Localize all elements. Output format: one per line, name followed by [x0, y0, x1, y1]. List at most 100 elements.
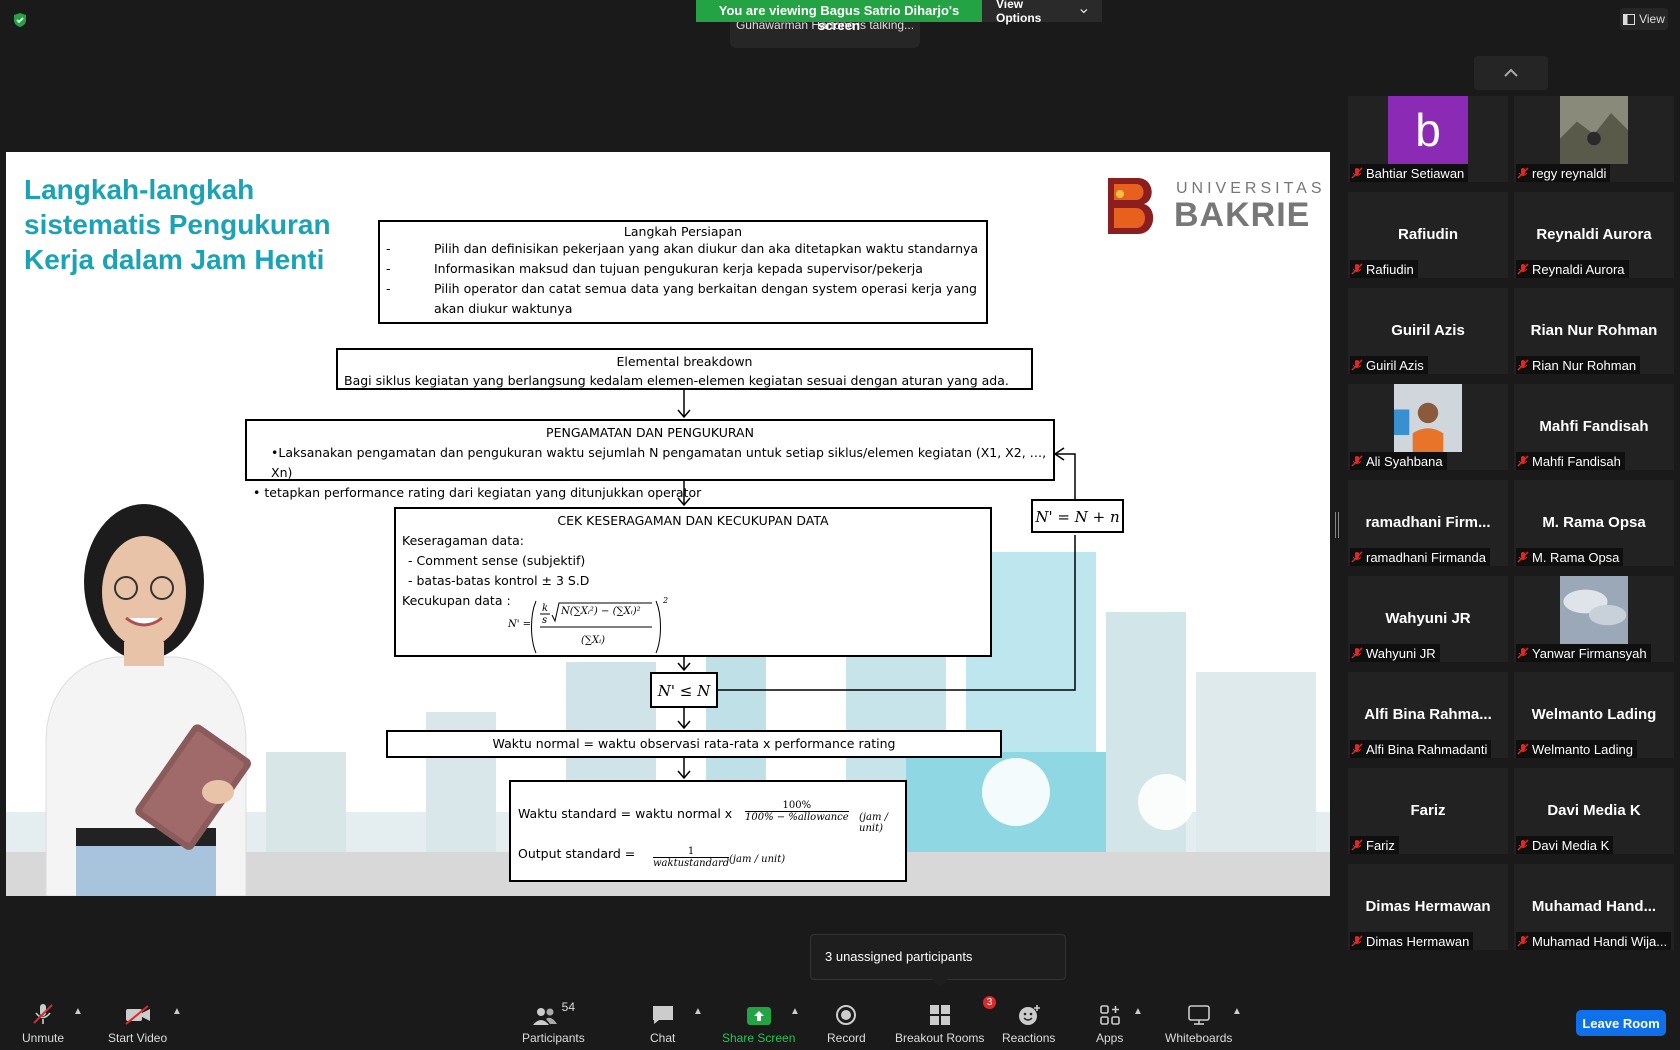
participant-tile[interactable]: Dimas Hermawan Dimas Hermawan	[1348, 864, 1508, 950]
box-waktu-normal: Waktu normal = waktu observasi rata-rata…	[386, 730, 1002, 758]
unmute-button[interactable]: Unmute	[22, 1000, 64, 1045]
box1-title: Langkah Persiapan	[623, 224, 743, 239]
participant-name-label: M. Rama Opsa	[1516, 548, 1624, 566]
participant-name-label: Wahyuni JR	[1350, 644, 1440, 662]
participant-photo	[1560, 576, 1628, 644]
participant-photo	[1560, 96, 1628, 164]
participant-tile[interactable]: ramadhani Firm... ramadhani Firmanda	[1348, 480, 1508, 566]
participant-tile[interactable]: Ali Syahbana	[1348, 384, 1508, 470]
panel-resize-handle[interactable]	[1335, 512, 1339, 538]
participant-tile[interactable]: Rian Nur Rohman Rian Nur Rohman	[1514, 288, 1674, 374]
box1-item: - Informasikan maksud dan tujuan pengukur…	[386, 261, 923, 276]
participant-tile[interactable]: Rafiudin Rafiudin	[1348, 192, 1508, 278]
video-off-icon	[124, 1005, 150, 1025]
whiteboards-options-caret[interactable]: ▲	[1232, 1006, 1242, 1017]
box1-item: - Pilih operator dan catat semua data yan…	[386, 281, 977, 316]
box3-title: PENGAMATAN DAN PENGUKURAN	[546, 425, 754, 440]
chat-label: Chat	[650, 1031, 676, 1045]
participant-tile[interactable]: M. Rama Opsa M. Rama Opsa	[1514, 480, 1674, 566]
breakout-rooms-icon	[929, 1005, 950, 1025]
whiteboards-button[interactable]: Whiteboards	[1165, 1000, 1232, 1045]
chat-button[interactable]: Chat	[650, 1000, 675, 1045]
breakout-badge: 3	[982, 996, 997, 1009]
unassigned-participants-popup[interactable]: 3 unassigned participants	[810, 934, 1066, 980]
svg-text:N' =: N' =	[507, 619, 531, 630]
participant-name-label: Dimas Hermawan	[1350, 932, 1474, 950]
breakout-rooms-button[interactable]: 3 Breakout Rooms	[895, 996, 997, 1045]
layout-icon	[1623, 13, 1636, 25]
participant-name-label: Rafiudin	[1350, 260, 1418, 278]
box-cek-keseragaman: CEK KESERAGAMAN DAN KECUKUPAN DATA Keser…	[394, 507, 992, 657]
box8-unit1: (jam / unit)	[859, 812, 888, 834]
popup-text: 3 unassigned participants	[825, 949, 973, 964]
muted-mic-icon	[1517, 359, 1529, 371]
meeting-toolbar: Unmute ▲ Start Video ▲ 54 Participants C…	[0, 990, 1680, 1050]
participant-name-label: Ali Syahbana	[1350, 452, 1447, 470]
leave-room-label: Leave Room	[1582, 1015, 1660, 1031]
muted-mic-icon	[1351, 455, 1363, 467]
view-label: View	[1639, 12, 1665, 26]
muted-mic-icon	[1517, 647, 1529, 659]
record-button[interactable]: Record	[827, 1000, 866, 1045]
whiteboard-icon	[1187, 1005, 1210, 1025]
participant-tile[interactable]: Guiril Azis Guiril Azis	[1348, 288, 1508, 374]
share-options-caret[interactable]: ▲	[790, 1006, 800, 1017]
share-screen-label: Share Screen	[722, 1031, 796, 1045]
participant-tile[interactable]: Welmanto Lading Welmanto Lading	[1514, 672, 1674, 758]
participant-tile[interactable]: regy reynaldi	[1514, 96, 1674, 182]
video-options-caret[interactable]: ▲	[172, 1006, 182, 1017]
unmute-label: Unmute	[22, 1031, 65, 1045]
participant-tile[interactable]: Alfi Bina Rahma... Alfi Bina Rahmadanti	[1348, 672, 1508, 758]
participant-tile[interactable]: Yanwar Firmansyah	[1514, 576, 1674, 662]
popup-pointer	[932, 979, 948, 987]
apps-options-caret[interactable]: ▲	[1133, 1006, 1143, 1017]
box1-item: - Pilih dan definisikan pekerjaan yang ak…	[386, 241, 979, 256]
share-screen-button[interactable]: Share Screen	[722, 1000, 795, 1045]
muted-mic-icon	[1517, 551, 1529, 563]
apps-button[interactable]: Apps	[1096, 1000, 1123, 1045]
apps-icon	[1099, 1005, 1120, 1025]
participants-button[interactable]: 54 Participants	[522, 1000, 585, 1045]
participant-name-label: Muhamad Handi Wija...	[1516, 932, 1672, 950]
box3-line2: • tetapkan performance rating dari kegia…	[253, 485, 702, 500]
participant-tile[interactable]: b Bahtiar Setiawan	[1348, 96, 1508, 182]
participant-name-label: Davi Media K	[1516, 836, 1614, 854]
participants-label: Participants	[522, 1031, 585, 1045]
participant-name-label: Rian Nur Rohman	[1516, 356, 1641, 374]
participant-photo	[1394, 384, 1462, 452]
gallery-scroll-up-button[interactable]	[1474, 56, 1548, 90]
view-options-button[interactable]: View Options	[982, 0, 1102, 25]
zoom-window: Guhawarman Hartono is talking... You are…	[0, 0, 1680, 1050]
participant-tile[interactable]: Mahfi Fandisah Mahfi Fandisah	[1514, 384, 1674, 470]
view-button[interactable]: View	[1620, 8, 1668, 30]
box4-line1: Keseragaman data:	[402, 533, 524, 548]
participant-tile[interactable]: Fariz Fariz	[1348, 768, 1508, 854]
start-video-button[interactable]: Start Video	[108, 1000, 167, 1045]
muted-mic-icon	[1351, 359, 1363, 371]
kecukupan-data-formula: N' = k s N(∑Xᵢ²) − (∑Xᵢ)² (∑Xᵢ) 2	[507, 596, 668, 654]
shared-screen-slide: Langkah-langkah sistematis Pengukuran Ke…	[6, 152, 1330, 896]
leave-room-button[interactable]: Leave Room	[1576, 1010, 1666, 1036]
box8-line2: Output standard =	[518, 846, 636, 861]
svg-text:2: 2	[662, 596, 668, 605]
security-shield-icon[interactable]	[12, 12, 28, 28]
audio-options-caret[interactable]: ▲	[73, 1006, 83, 1017]
svg-text:s: s	[542, 615, 547, 626]
muted-mic-icon	[1351, 935, 1363, 947]
svg-text:N(∑Xᵢ²) − (∑Xᵢ)²: N(∑Xᵢ²) − (∑Xᵢ)²	[560, 606, 641, 617]
participant-tile[interactable]: Wahyuni JR Wahyuni JR	[1348, 576, 1508, 662]
participant-tile[interactable]: Reynaldi Aurora Reynaldi Aurora	[1514, 192, 1674, 278]
participant-name-label: Guiril Azis	[1350, 356, 1428, 374]
box4-title: CEK KESERAGAMAN DAN KECUKUPAN DATA	[557, 513, 829, 528]
participant-name-label: Fariz	[1350, 836, 1399, 854]
muted-microphone-icon	[33, 1004, 53, 1024]
smiley-icon	[1018, 1005, 1040, 1025]
participant-tile[interactable]: Muhamad Hand... Muhamad Handi Wija...	[1514, 864, 1674, 950]
chat-options-caret[interactable]: ▲	[693, 1006, 703, 1017]
avatar: b	[1388, 96, 1468, 164]
share-screen-icon	[746, 1007, 771, 1025]
participant-tile[interactable]: Davi Media K Davi Media K	[1514, 768, 1674, 854]
breakout-rooms-label: Breakout Rooms	[895, 1031, 985, 1045]
reactions-button[interactable]: Reactions	[1002, 1000, 1055, 1045]
box8-line1: Waktu standard = waktu normal x	[518, 806, 733, 821]
